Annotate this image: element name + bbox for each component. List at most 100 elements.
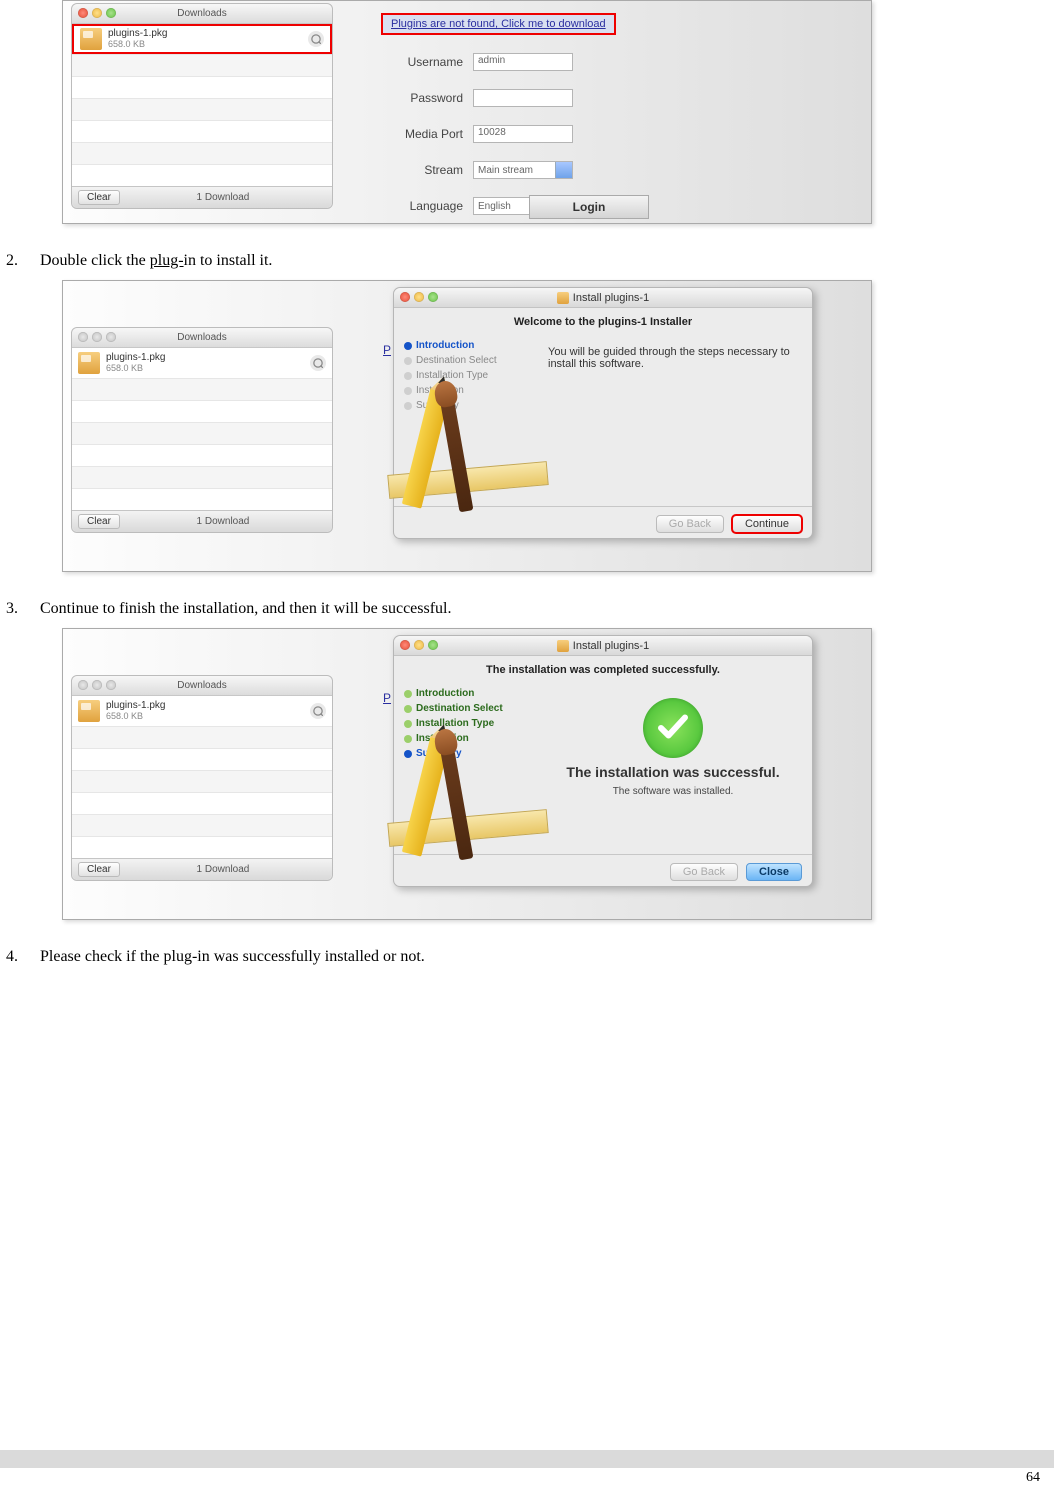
traffic-lights[interactable] [400, 292, 438, 302]
download-empty-rows [72, 726, 332, 858]
installer-content: The installation was successful. The sof… [534, 684, 812, 854]
installer-heading: The installation was completed successfu… [394, 656, 812, 684]
installer-title: Install plugins-1 [573, 292, 649, 304]
password-input[interactable] [473, 89, 573, 107]
downloads-titlebar[interactable]: Downloads [72, 676, 332, 696]
minimize-dot-icon[interactable] [92, 8, 102, 18]
clear-button[interactable]: Clear [78, 514, 120, 529]
download-item-text: plugins-1.pkg 658.0 KB [108, 28, 167, 50]
bullet-icon [404, 735, 412, 743]
media-port-row: Media Port 10028 [381, 125, 681, 143]
step-3-number: 3. [6, 600, 40, 618]
close-dot-icon[interactable] [78, 332, 88, 342]
plugin-link-fragment: P [383, 691, 391, 705]
zoom-dot-icon[interactable] [106, 680, 116, 690]
clear-button[interactable]: Clear [78, 190, 120, 205]
step-type: Installation Type [404, 370, 534, 381]
reveal-icon[interactable] [310, 355, 326, 371]
language-label: Language [381, 199, 463, 213]
downloads-window: Downloads plugins-1.pkg 658.0 KB Clear 1… [71, 675, 333, 881]
step-2-text: Double click the plug-in to install it. [40, 252, 272, 270]
username-row: Username admin [381, 53, 681, 71]
close-dot-icon[interactable] [400, 640, 410, 650]
package-icon [78, 352, 100, 374]
step-summary: Summary [404, 748, 534, 759]
bullet-icon [404, 357, 412, 365]
password-label: Password [381, 91, 463, 105]
reveal-icon[interactable] [310, 703, 326, 719]
traffic-lights[interactable] [400, 640, 438, 650]
minimize-dot-icon[interactable] [92, 332, 102, 342]
installer-steps: Introduction Destination Select Installa… [394, 336, 534, 506]
bullet-icon [404, 387, 412, 395]
brush-icon [441, 402, 474, 513]
media-port-label: Media Port [381, 127, 463, 141]
plugin-link-fragment: P [383, 343, 391, 357]
installer-content: You will be guided through the steps nec… [534, 336, 812, 506]
installer-titlebar[interactable]: Install plugins-1 [394, 636, 812, 656]
close-dot-icon[interactable] [78, 680, 88, 690]
zoom-dot-icon[interactable] [106, 332, 116, 342]
step-type: Installation Type [404, 718, 534, 729]
page-number: 64 [1026, 1470, 1040, 1485]
installer-title: Install plugins-1 [573, 640, 649, 652]
downloads-footer: Clear 1 Download [72, 186, 332, 208]
continue-button[interactable]: Continue [732, 515, 802, 533]
download-item[interactable]: plugins-1.pkg 658.0 KB [72, 24, 332, 54]
media-port-input[interactable]: 10028 [473, 125, 573, 143]
go-back-button[interactable]: Go Back [670, 863, 738, 881]
go-back-button[interactable]: Go Back [656, 515, 724, 533]
password-row: Password [381, 89, 681, 107]
plugin-download-banner[interactable]: Plugins are not found, Click me to downl… [381, 13, 616, 35]
login-button[interactable]: Login [529, 195, 649, 219]
downloads-titlebar[interactable]: Downloads [72, 4, 332, 24]
figure-1: 1 2 Downloads plugins-1.pkg 658.0 KB [62, 0, 872, 224]
installer-steps: Introduction Destination Select Installa… [394, 684, 534, 854]
download-item-size: 658.0 KB [106, 711, 165, 722]
traffic-lights[interactable] [78, 332, 116, 342]
step-introduction: Introduction [404, 688, 534, 699]
ruler-icon [387, 461, 548, 499]
step-3: 3. Continue to finish the installation, … [6, 600, 1054, 618]
downloads-summary: 1 Download [197, 864, 250, 875]
bullet-icon [404, 690, 412, 698]
traffic-lights[interactable] [78, 8, 116, 18]
success-title: The installation was successful. [548, 764, 798, 780]
stream-select[interactable]: Main stream [473, 161, 573, 179]
zoom-dot-icon[interactable] [106, 8, 116, 18]
username-input[interactable]: admin [473, 53, 573, 71]
step-installation: Installation [404, 733, 534, 744]
document-page: 1 2 Downloads plugins-1.pkg 658.0 KB [0, 0, 1054, 1504]
traffic-lights[interactable] [78, 680, 116, 690]
package-icon [78, 700, 100, 722]
download-item-name: plugins-1.pkg [108, 28, 167, 39]
reveal-icon[interactable] [308, 31, 324, 47]
minimize-dot-icon[interactable] [414, 292, 424, 302]
minimize-dot-icon[interactable] [414, 640, 424, 650]
downloads-window: Downloads plugins-1.pkg 658.0 KB Clear 1… [71, 327, 333, 533]
downloads-title: Downloads [177, 8, 226, 19]
bullet-icon [404, 402, 412, 410]
minimize-dot-icon[interactable] [92, 680, 102, 690]
download-item[interactable]: plugins-1.pkg 658.0 KB [72, 696, 332, 726]
installer-titlebar[interactable]: Install plugins-1 [394, 288, 812, 308]
close-dot-icon[interactable] [400, 292, 410, 302]
download-item[interactable]: plugins-1.pkg 658.0 KB [72, 348, 332, 378]
installer-window: Install plugins-1 The installation was c… [393, 635, 813, 887]
stream-row: Stream Main stream [381, 161, 681, 179]
downloads-titlebar[interactable]: Downloads [72, 328, 332, 348]
zoom-dot-icon[interactable] [428, 292, 438, 302]
ruler-icon [387, 809, 548, 847]
close-button[interactable]: Close [746, 863, 802, 881]
stream-label: Stream [381, 163, 463, 177]
step-4: 4. Please check if the plug-in was succe… [6, 948, 1054, 966]
clear-button[interactable]: Clear [78, 862, 120, 877]
close-dot-icon[interactable] [78, 8, 88, 18]
bullet-icon [404, 750, 412, 758]
download-item-name: plugins-1.pkg [106, 352, 165, 363]
zoom-dot-icon[interactable] [428, 640, 438, 650]
step-installation: Installation [404, 385, 534, 396]
installer-body: Introduction Destination Select Installa… [394, 336, 812, 506]
download-item-name: plugins-1.pkg [106, 700, 165, 711]
downloads-summary: 1 Download [197, 516, 250, 527]
